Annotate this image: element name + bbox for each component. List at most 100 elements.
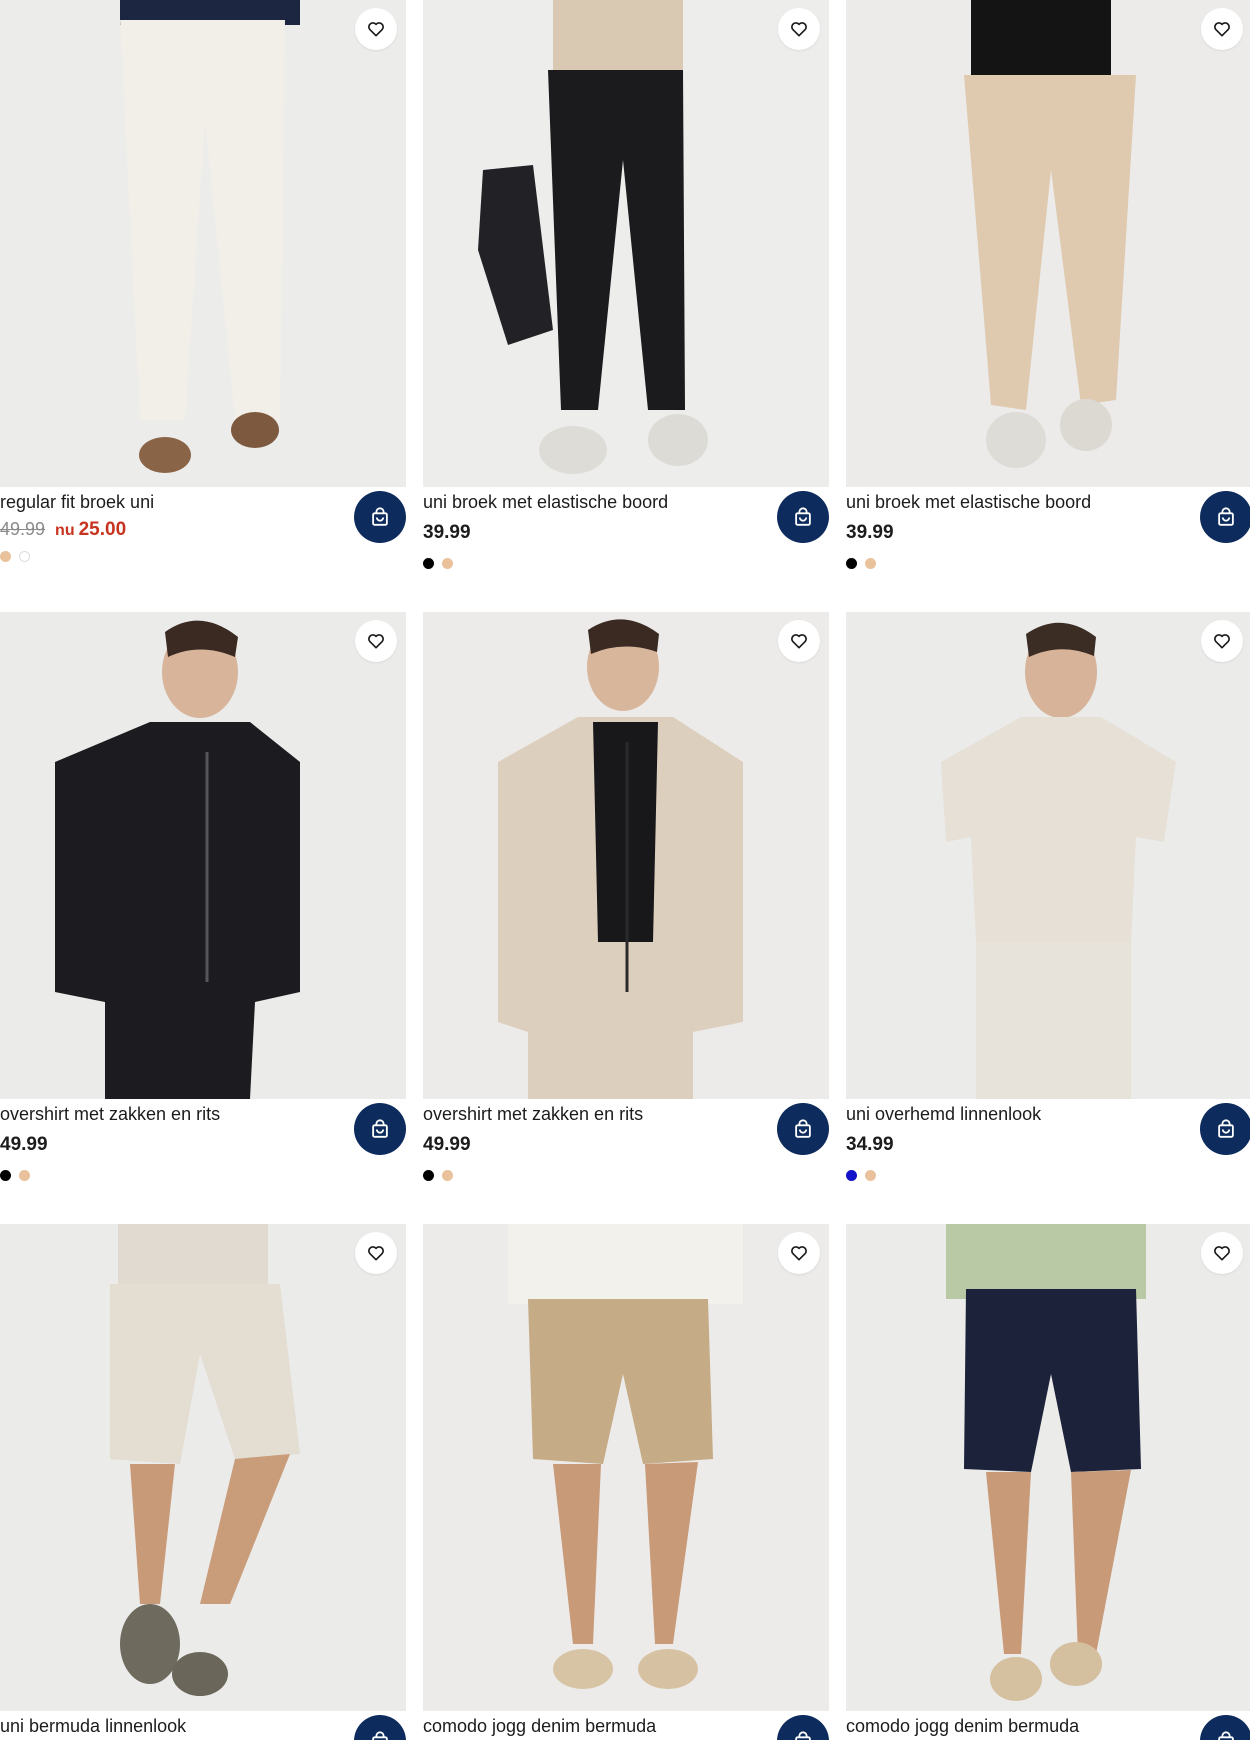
product-image[interactable] <box>846 1224 1250 1711</box>
product-photo-pants <box>0 0 406 487</box>
add-to-cart-button[interactable] <box>354 1103 406 1155</box>
shopping-bag-icon <box>372 1119 388 1138</box>
product-grid: regular fit broek uni 49.99 nu 25.00 uni… <box>0 0 1250 1740</box>
color-swatch[interactable] <box>0 551 11 562</box>
color-swatch[interactable] <box>846 1170 857 1181</box>
sale-label: nu <box>55 522 75 539</box>
product-info: uni overhemd linnenlook 34.99 <box>846 1099 1250 1209</box>
heart-icon <box>368 22 384 37</box>
color-swatches <box>423 558 453 569</box>
favorite-button[interactable] <box>355 1232 397 1274</box>
favorite-button[interactable] <box>355 8 397 50</box>
product-photo-shorts <box>423 1224 829 1711</box>
add-to-cart-button[interactable] <box>777 1715 829 1740</box>
product-photo-shirt <box>846 612 1250 1099</box>
shopping-bag-icon <box>1218 507 1234 526</box>
product-image[interactable] <box>0 0 406 487</box>
product-name[interactable]: overshirt met zakken en rits <box>0 1104 220 1125</box>
add-to-cart-button[interactable] <box>354 491 406 543</box>
product-photo-shorts <box>0 1224 406 1711</box>
product-info: overshirt met zakken en rits 49.99 <box>0 1099 406 1209</box>
favorite-button[interactable] <box>355 620 397 662</box>
color-swatch[interactable] <box>442 558 453 569</box>
product-info: uni broek met elastische boord 39.99 <box>846 487 1250 597</box>
product-photo-jacket <box>0 612 406 1099</box>
add-to-cart-button[interactable] <box>777 1103 829 1155</box>
product-name[interactable]: regular fit broek uni <box>0 492 154 513</box>
product-info: overshirt met zakken en rits 49.99 <box>423 1099 829 1209</box>
product-name[interactable]: uni broek met elastische boord <box>846 492 1091 513</box>
shopping-bag-icon <box>795 1119 811 1138</box>
product-info: regular fit broek uni 49.99 nu 25.00 <box>0 487 406 597</box>
product-info: comodo jogg denim bermuda <box>423 1711 829 1740</box>
color-swatch[interactable] <box>423 558 434 569</box>
heart-icon <box>791 22 807 37</box>
add-to-cart-button[interactable] <box>354 1715 406 1740</box>
old-price: 49.99 <box>0 519 46 539</box>
product-image[interactable] <box>846 0 1250 487</box>
product-image[interactable] <box>423 0 829 487</box>
shopping-bag-icon <box>372 1731 388 1740</box>
color-swatches <box>846 1170 876 1181</box>
product-image[interactable] <box>423 1224 829 1711</box>
product-photo-jacket <box>423 612 829 1099</box>
favorite-button[interactable] <box>1201 620 1243 662</box>
shopping-bag-icon <box>372 507 388 526</box>
color-swatch[interactable] <box>19 1170 30 1181</box>
color-swatch[interactable] <box>846 558 857 569</box>
shopping-bag-icon <box>1218 1731 1234 1740</box>
product-name[interactable]: overshirt met zakken en rits <box>423 1104 643 1125</box>
product-image[interactable] <box>0 612 406 1099</box>
shopping-bag-icon <box>795 507 811 526</box>
product-image[interactable] <box>846 612 1250 1099</box>
product-price: 49.99 nu 25.00 <box>0 519 126 541</box>
product-name[interactable]: comodo jogg denim bermuda <box>423 1716 656 1737</box>
product-info: comodo jogg denim bermuda <box>846 1711 1250 1740</box>
favorite-button[interactable] <box>1201 1232 1243 1274</box>
product-name[interactable]: comodo jogg denim bermuda <box>846 1716 1079 1737</box>
color-swatches <box>423 1170 453 1181</box>
heart-icon <box>791 1246 807 1261</box>
color-swatch[interactable] <box>0 1170 11 1181</box>
product-price: 49.99 <box>423 1134 471 1155</box>
heart-icon <box>1214 634 1230 649</box>
heart-icon <box>1214 1246 1230 1261</box>
add-to-cart-button[interactable] <box>1200 1715 1250 1740</box>
add-to-cart-button[interactable] <box>1200 1103 1250 1155</box>
color-swatches <box>846 558 876 569</box>
shopping-bag-icon <box>1218 1119 1234 1138</box>
color-swatches <box>0 1170 30 1181</box>
favorite-button[interactable] <box>778 620 820 662</box>
product-image[interactable] <box>0 1224 406 1711</box>
heart-icon <box>1214 22 1230 37</box>
favorite-button[interactable] <box>778 1232 820 1274</box>
product-price: 49.99 <box>0 1134 48 1155</box>
product-name[interactable]: uni broek met elastische boord <box>423 492 668 513</box>
color-swatch[interactable] <box>19 551 30 562</box>
product-photo-pants <box>846 0 1250 487</box>
product-price: 39.99 <box>423 522 471 543</box>
heart-icon <box>791 634 807 649</box>
color-swatch[interactable] <box>865 558 876 569</box>
favorite-button[interactable] <box>1201 8 1243 50</box>
add-to-cart-button[interactable] <box>1200 491 1250 543</box>
product-image[interactable] <box>423 612 829 1099</box>
product-name[interactable]: uni bermuda linnenlook <box>0 1716 186 1737</box>
product-price: 39.99 <box>846 522 894 543</box>
color-swatch[interactable] <box>865 1170 876 1181</box>
heart-icon <box>368 1246 384 1261</box>
color-swatches <box>0 551 30 562</box>
product-name[interactable]: uni overhemd linnenlook <box>846 1104 1041 1125</box>
color-swatch[interactable] <box>442 1170 453 1181</box>
favorite-button[interactable] <box>778 8 820 50</box>
product-info: uni broek met elastische boord 39.99 <box>423 487 829 597</box>
product-price: 34.99 <box>846 1134 894 1155</box>
color-swatch[interactable] <box>423 1170 434 1181</box>
shopping-bag-icon <box>795 1731 811 1740</box>
sale-price: 25.00 <box>78 519 127 540</box>
product-photo-pants <box>423 0 829 487</box>
product-photo-shorts <box>846 1224 1250 1711</box>
heart-icon <box>368 634 384 649</box>
add-to-cart-button[interactable] <box>777 491 829 543</box>
product-info: uni bermuda linnenlook <box>0 1711 406 1740</box>
